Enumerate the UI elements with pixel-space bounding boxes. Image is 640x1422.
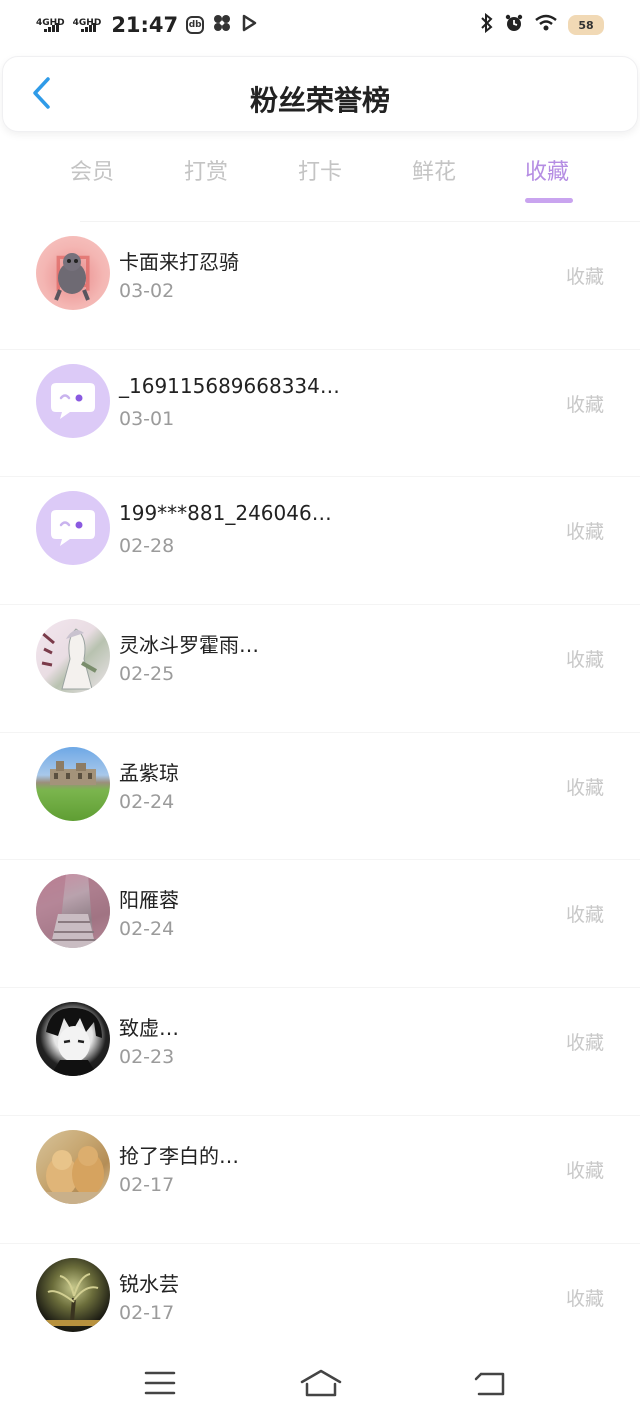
battery-icon: 58 — [568, 15, 604, 35]
fan-name: 卡面来打忍骑 — [119, 250, 239, 274]
back-nav-button[interactable] — [468, 1368, 508, 1402]
avatar — [36, 1002, 110, 1077]
page-header: 粉丝荣誉榜 — [2, 56, 638, 132]
tab-favorite[interactable]: 收藏 — [502, 154, 592, 203]
battery-level: 58 — [578, 18, 594, 32]
favorite-label: 收藏 — [565, 266, 604, 288]
tab-checkin[interactable]: 打卡 — [275, 154, 365, 186]
status-time: 21:47 — [111, 13, 179, 37]
fan-date: 03-01 — [119, 407, 175, 430]
status-bar-left: 4GHD 4GHD 21:47 db — [36, 13, 258, 37]
fan-name: 阳雁蓉 — [119, 888, 179, 913]
fan-app-icon — [212, 13, 232, 37]
home-button[interactable] — [298, 1368, 344, 1402]
avatar — [36, 1129, 110, 1204]
sim2-signal: 4GHD — [73, 18, 101, 32]
fan-name: _169115689668334… — [119, 373, 340, 398]
list-item[interactable]: 致虚… 02-23 收藏 — [0, 988, 640, 1116]
page-title: 粉丝荣誉榜 — [249, 84, 390, 117]
active-tab-indicator — [525, 198, 573, 203]
default-avatar — [36, 491, 110, 566]
status-bar-right: 58 — [480, 12, 604, 37]
douban-app-icon: db — [186, 16, 205, 34]
play-app-icon — [240, 14, 258, 36]
list-item[interactable]: 199***881_246046… 02-28 收藏 — [0, 477, 640, 606]
fan-date: 02-23 — [119, 1046, 175, 1069]
fan-name: 灵冰斗罗霍雨… — [119, 633, 259, 658]
avatar — [36, 746, 110, 821]
fan-date: 02-17 — [119, 1301, 175, 1324]
fan-date: 02-28 — [119, 535, 175, 558]
tab-flower[interactable]: 鲜花 — [389, 154, 479, 186]
tab-bar: 会员 打赏 打卡 鲜花 收藏 — [0, 150, 640, 206]
list-item[interactable]: 抢了李白的… 02-17 收藏 — [0, 1116, 640, 1244]
home-icon — [299, 1368, 343, 1402]
bluetooth-icon — [480, 12, 494, 37]
list-item[interactable]: _169115689668334… 03-01 收藏 — [0, 350, 640, 478]
fan-name: 致虚… — [119, 1016, 179, 1041]
avatar — [36, 874, 110, 949]
favorite-label: 收藏 — [565, 649, 604, 672]
fan-name: 孟紫琼 — [119, 760, 179, 785]
fan-date: 02-24 — [119, 790, 175, 813]
fan-name: 抢了李白的… — [119, 1143, 239, 1168]
tab-favorite-label: 收藏 — [524, 160, 569, 185]
fan-list: 口 卡面来打忍骑 03-02 收藏 _169115689668334… 03-0… — [0, 222, 640, 1371]
chat-bubble-icon — [51, 382, 95, 419]
favorite-label: 收藏 — [565, 1159, 604, 1182]
default-avatar — [36, 363, 110, 438]
fan-date: 02-25 — [119, 663, 175, 686]
chat-bubble-icon — [51, 510, 95, 547]
status-bar: 4GHD 4GHD 21:47 db 58 — [0, 0, 640, 50]
fan-date: 02-24 — [119, 918, 175, 941]
sim1-signal: 4GHD — [36, 18, 65, 32]
list-item[interactable]: 灵冰斗罗霍雨… 02-25 收藏 — [0, 605, 640, 733]
back-icon — [471, 1370, 505, 1400]
avatar — [36, 1257, 110, 1332]
list-item[interactable]: 孟紫琼 02-24 收藏 — [0, 733, 640, 861]
favorite-label: 收藏 — [565, 1287, 604, 1310]
avatar — [36, 619, 110, 694]
menu-icon — [144, 1370, 176, 1400]
avatar: 口 — [36, 236, 110, 310]
favorite-label: 收藏 — [565, 904, 604, 927]
menu-button[interactable] — [140, 1368, 180, 1402]
favorite-label: 收藏 — [565, 393, 604, 416]
alarm-icon — [504, 13, 524, 37]
tab-member[interactable]: 会员 — [47, 154, 137, 186]
fan-date: 03-02 — [119, 280, 175, 302]
fan-date: 02-17 — [119, 1173, 175, 1196]
signal-bars-icon — [80, 22, 96, 32]
signal-bars-icon — [44, 22, 59, 32]
favorite-label: 收藏 — [565, 1032, 604, 1055]
wifi-icon — [534, 14, 558, 36]
tab-reward[interactable]: 打赏 — [161, 154, 251, 186]
fan-name: 锐水芸 — [119, 1271, 179, 1296]
favorite-label: 收藏 — [565, 776, 604, 799]
list-item[interactable]: 阳雁蓉 02-24 收藏 — [0, 860, 640, 989]
favorite-label: 收藏 — [565, 521, 604, 544]
system-nav-bar — [0, 1352, 640, 1422]
fan-name: 199***881_246046… — [119, 501, 332, 526]
list-item[interactable]: 口 卡面来打忍骑 03-02 收藏 — [0, 222, 640, 350]
